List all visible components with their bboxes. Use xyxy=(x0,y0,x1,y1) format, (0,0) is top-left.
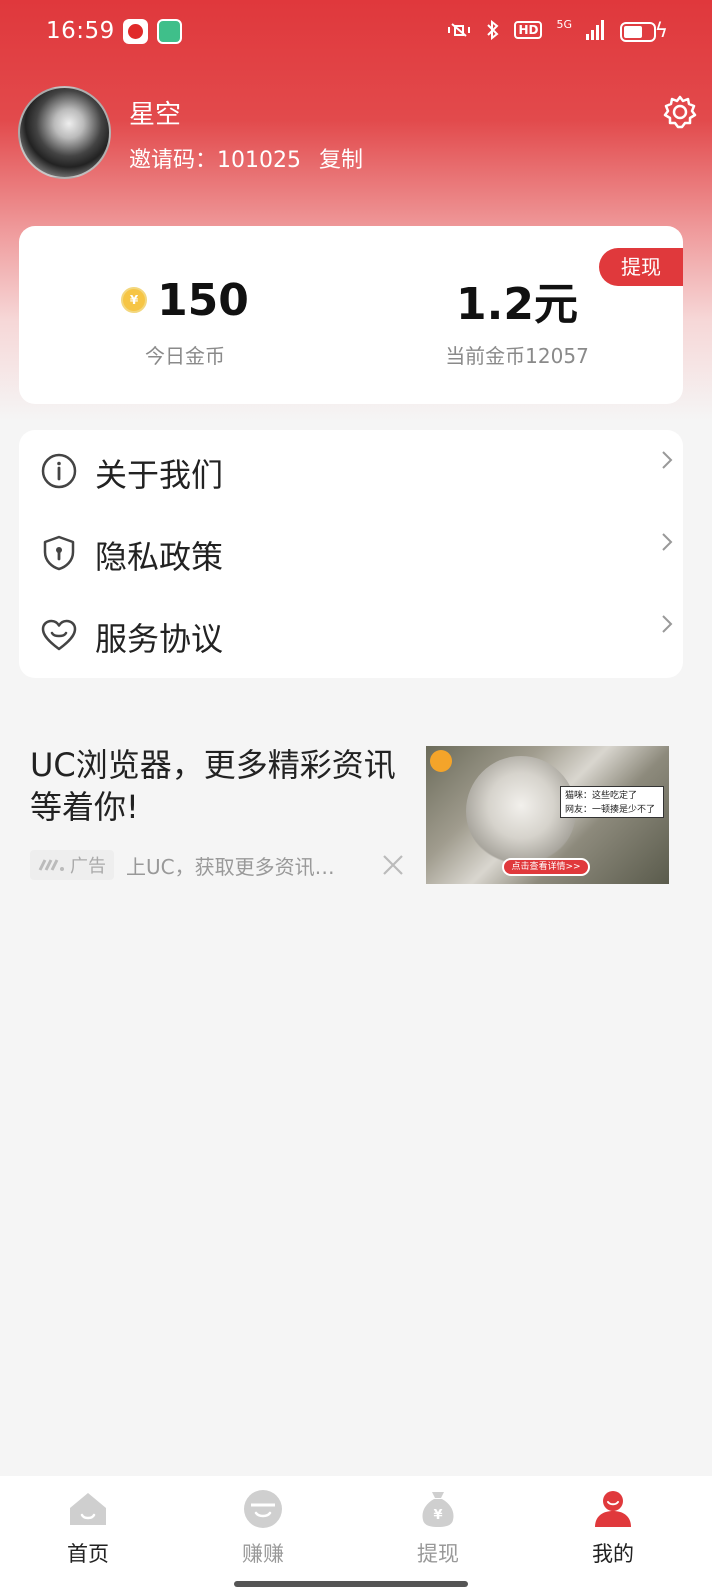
mute-vibrate-icon xyxy=(448,23,471,37)
ad-description: 上UC，获取更多资讯… xyxy=(126,854,335,879)
tab-earn[interactable]: 赚赚 xyxy=(203,1488,323,1568)
chevron-right-icon xyxy=(662,533,673,551)
menu-item-label: 隐私政策 xyxy=(95,538,224,576)
svg-text:¥: ¥ xyxy=(433,1508,442,1523)
status-icons: HD 5G xyxy=(446,17,604,40)
status-bar: 16:59 HD 5G ϟ xyxy=(0,0,712,64)
signal-icon xyxy=(586,20,604,40)
ad-badge-label: 广告 xyxy=(70,856,106,877)
menu-item-service-agreement[interactable]: 服务协议 xyxy=(19,594,683,676)
network-type: 5G xyxy=(556,17,572,31)
status-time: 16:59 xyxy=(46,18,115,44)
tab-mine[interactable]: 我的 xyxy=(553,1488,673,1568)
earn-icon xyxy=(244,1490,282,1528)
ad-image-logo xyxy=(430,750,452,772)
chevron-right-icon xyxy=(662,451,673,469)
coin-icon: ¥ xyxy=(121,287,148,313)
ad-image-caption: 猫咪：这些吃定了 网友：一顿揍是少不了 xyxy=(560,786,664,818)
close-icon[interactable] xyxy=(382,854,404,876)
balance-card: 提现 ¥ 150 今日金币 1.2元 当前金币12057 xyxy=(19,226,683,404)
ad-badge: 广告 xyxy=(30,850,114,880)
tab-withdraw[interactable]: ¥ 提现 xyxy=(378,1488,498,1568)
today-coins-value: 150 xyxy=(157,274,249,326)
settings-gear-icon[interactable] xyxy=(662,94,698,130)
notification-app-icon xyxy=(123,19,148,44)
menu-item-label: 服务协议 xyxy=(95,620,224,658)
info-icon xyxy=(41,453,77,489)
ad-title: UC浏览器，更多精彩资讯等着你! xyxy=(30,746,396,826)
tab-label: 赚赚 xyxy=(242,1542,284,1566)
notification-update-icon xyxy=(157,19,182,44)
invite-code-text: 邀请码：101025 xyxy=(129,148,301,173)
tab-home[interactable]: 首页 xyxy=(28,1488,148,1568)
menu-item-privacy-policy[interactable]: 隐私政策 xyxy=(19,512,683,594)
bluetooth-icon xyxy=(487,20,499,40)
home-icon xyxy=(70,1493,106,1525)
profile-header: 星空 邀请码：101025 复制 xyxy=(18,86,698,182)
heart-icon xyxy=(41,619,77,651)
battery-icon xyxy=(620,22,656,42)
invite-code-row: 邀请码：101025 复制 xyxy=(129,142,363,174)
ad-network-logo-icon xyxy=(38,859,64,871)
ad-image[interactable]: 猫咪：这些吃定了 网友：一顿揍是少不了 点击查看详情>> xyxy=(426,746,669,884)
money-bag-icon: ¥ xyxy=(422,1492,454,1527)
tab-label: 提现 xyxy=(417,1542,459,1566)
hd-icon: HD xyxy=(514,21,543,39)
ad-image-cta: 点击查看详情>> xyxy=(502,858,590,876)
avatar[interactable] xyxy=(18,86,111,179)
copy-invite-button[interactable]: 复制 xyxy=(319,142,363,174)
settings-menu: 关于我们 隐私政策 服务协议 xyxy=(19,430,683,678)
menu-item-label: 关于我们 xyxy=(95,456,224,494)
cash-value: 1.2元 xyxy=(456,279,578,330)
current-coins-stat: 1.2元 当前金币12057 xyxy=(351,274,683,369)
today-coins-label: 今日金币 xyxy=(145,344,225,368)
user-nickname: 星空 xyxy=(129,100,182,130)
tab-label: 我的 xyxy=(592,1542,634,1566)
shield-icon xyxy=(43,535,75,571)
chevron-right-icon xyxy=(662,615,673,633)
today-coins-stat: ¥ 150 今日金币 xyxy=(19,274,351,369)
home-indicator xyxy=(234,1581,468,1587)
tab-label: 首页 xyxy=(67,1542,109,1566)
bottom-tab-bar: 首页 赚赚 ¥ 提现 我的 xyxy=(0,1476,712,1592)
ad-meta: 广告 上UC，获取更多资讯… xyxy=(30,850,366,880)
ad-banner[interactable]: UC浏览器，更多精彩资讯等着你! 广告 上UC，获取更多资讯… 猫咪：这些吃定了… xyxy=(30,744,670,886)
menu-item-about-us[interactable]: 关于我们 xyxy=(19,430,683,512)
user-icon xyxy=(595,1491,631,1527)
charging-icon: ϟ xyxy=(654,18,668,42)
current-coins-label: 当前金币12057 xyxy=(445,344,589,368)
